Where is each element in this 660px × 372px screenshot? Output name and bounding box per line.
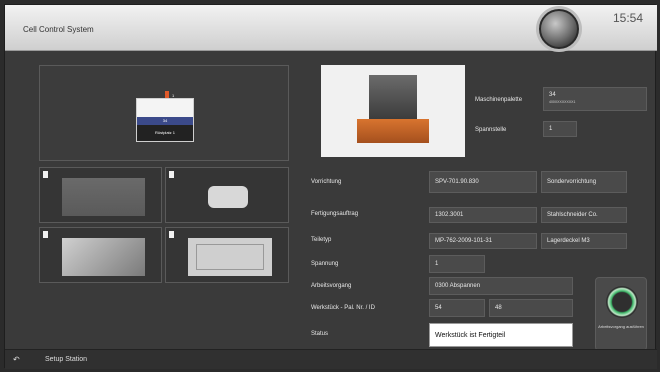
fixture-photo-preview: [62, 238, 145, 276]
teiletyp-label: Teiletyp: [311, 237, 332, 243]
teiletyp-name-field: Lagerdeckel M3: [541, 233, 627, 249]
palette-field: 34 400XXXXXXXX1: [543, 87, 647, 111]
document-preview: [62, 178, 145, 216]
arbeitsvorgang-label: Arbeitsvorgang: [311, 283, 352, 289]
document-icon: [43, 231, 48, 238]
part-preview: [208, 186, 248, 208]
clock: 15:54: [612, 11, 643, 25]
document-icon: [169, 171, 174, 178]
bottom-bar: ↶ Setup Station: [5, 349, 657, 369]
document-icon: [43, 171, 48, 178]
tile-value: 34: [162, 118, 168, 123]
tile-top: [137, 99, 193, 117]
status-field: Werkstück ist Fertigteil: [429, 323, 573, 347]
document-thumbnail-1[interactable]: [39, 167, 162, 223]
spannung-field: 1: [429, 255, 485, 273]
spannung-label: Spannung: [311, 261, 339, 267]
fixture-base: [357, 119, 429, 143]
clamp-label: Spannstelle: [475, 127, 507, 133]
teiletyp-field: MP-762-2009-101-31: [429, 233, 537, 249]
execute-operation-label: Arbeitsvorgang ausführen: [598, 324, 644, 329]
auftrag-customer-field: Stahlschneider Co.: [541, 207, 627, 223]
palette-value: 34: [549, 92, 556, 98]
power-ring-icon: [606, 286, 638, 318]
vorrichtung-label: Vorrichtung: [311, 179, 342, 185]
palette-sub: 400XXXXXXXX1: [549, 100, 576, 104]
document-thumbnail-2[interactable]: [165, 167, 289, 223]
auftrag-field: 1302.3001: [429, 207, 537, 223]
werkstueck-id-field: 48: [489, 299, 573, 317]
top-bar: Cell Control System 15:54: [5, 5, 657, 51]
system-dial-icon[interactable]: [539, 9, 579, 49]
werkstueck-pal-field: 54: [429, 299, 485, 317]
overview-panel: 1 34 Rüstplatz 1: [39, 65, 289, 161]
vorrichtung-field: SPV-701.90.830: [429, 171, 537, 193]
palette-label: Maschinenpalette: [475, 97, 523, 103]
drawing-preview: [188, 238, 272, 276]
setup-station-label: Setup Station: [45, 356, 88, 363]
fixture-body: [369, 75, 417, 119]
screen: Cell Control System 15:54 1 34 Rüstplatz…: [4, 4, 657, 369]
back-icon[interactable]: ↶: [13, 356, 23, 364]
document-icon: [169, 231, 174, 238]
execute-operation-button[interactable]: Arbeitsvorgang ausführen: [595, 277, 647, 351]
setup-tile[interactable]: 34 Rüstplatz 1: [136, 98, 194, 142]
status-label: Status: [311, 331, 329, 337]
auftrag-label: Fertigungsauftrag: [311, 211, 359, 217]
clamp-field: 1: [543, 121, 577, 137]
arbeitsvorgang-field: 0300 Abspannen: [429, 277, 573, 295]
tile-label: Rüstplatz 1: [137, 125, 193, 141]
app-title: Cell Control System: [23, 25, 94, 34]
vorrichtung-type-field: Sondervorrichtung: [541, 171, 627, 193]
fixture-image: [321, 65, 465, 157]
werkstueck-label: Werkstück - Pal. Nr. / ID: [311, 305, 375, 311]
document-thumbnail-4[interactable]: [165, 227, 289, 283]
document-thumbnail-3[interactable]: [39, 227, 162, 283]
